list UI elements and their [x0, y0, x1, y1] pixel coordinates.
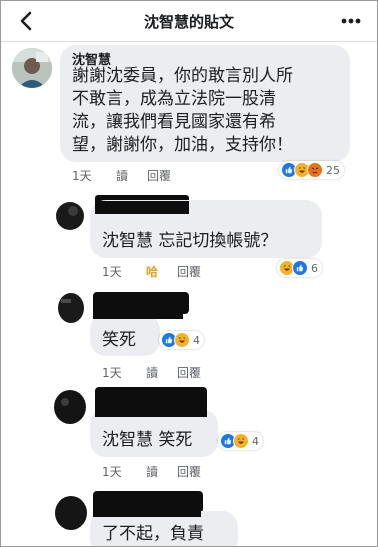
avatar[interactable] — [53, 199, 87, 233]
more-options-button[interactable] — [339, 11, 363, 31]
redacted-name — [95, 401, 207, 417]
redacted-name — [93, 501, 201, 517]
comment-text: 沈智慧 忘記切換帳號？ — [102, 231, 278, 251]
reply-link[interactable]: 回覆 — [177, 463, 201, 480]
comment-text: 了不起，負責 — [102, 524, 204, 544]
haha-link[interactable]: 哈 — [146, 263, 158, 280]
redacted-name — [95, 201, 189, 214]
reaction-summary[interactable]: 4 — [159, 331, 204, 349]
reaction-count: 25 — [326, 163, 340, 177]
comment-text-line: 流，讓我們看見國家還有希 — [72, 112, 276, 132]
avatar-photo — [55, 496, 87, 530]
comment-text: 沈智慧 笑死 — [102, 430, 193, 450]
reply-link[interactable]: 回覆 — [147, 167, 171, 184]
reaction-count: 4 — [252, 434, 259, 448]
like-reaction-icon — [292, 260, 308, 276]
haha-reaction-icon — [174, 332, 190, 348]
reaction-summary[interactable]: 6 — [277, 259, 322, 277]
reaction-summary[interactable]: 4 — [218, 432, 263, 450]
avatar[interactable] — [51, 493, 89, 531]
avatar[interactable] — [55, 291, 89, 325]
avatar[interactable] — [12, 48, 52, 88]
read-link[interactable]: 讀 — [146, 463, 158, 480]
read-link[interactable]: 讀 — [116, 167, 128, 184]
comment-text: 笑死 — [102, 330, 136, 350]
avatar-photo — [12, 48, 52, 88]
reaction-summary[interactable]: 25 — [279, 161, 344, 179]
comment-text-line: 謝謝沈委員，你的敢言別人所 — [72, 66, 293, 86]
page-title: 沈智慧的貼文 — [143, 13, 234, 31]
avatar[interactable] — [51, 388, 89, 426]
more-dots-icon — [341, 18, 361, 24]
read-link[interactable]: 讀 — [146, 364, 158, 381]
avatar-photo — [58, 293, 84, 323]
angry-reaction-icon — [307, 162, 323, 178]
reply-link[interactable]: 回覆 — [177, 263, 201, 280]
reply-link[interactable]: 回覆 — [177, 364, 201, 381]
avatar-photo — [56, 202, 84, 230]
comment-time: 1天 — [102, 465, 122, 479]
reaction-count: 4 — [193, 333, 200, 347]
comment-time: 1天 — [102, 265, 122, 279]
comment-text-line: 不敢言，成為立法院一股清 — [72, 89, 276, 109]
comment-time: 1天 — [72, 169, 92, 183]
haha-reaction-icon — [233, 433, 249, 449]
comment-text-line: 望，謝謝你，加油，支持你！ — [72, 135, 293, 155]
redacted-name — [93, 303, 183, 319]
avatar-photo — [54, 390, 86, 424]
phone-frame: 沈智慧的貼文 沈智慧 謝謝沈委員，你的敢言別人所 不敢言，成為立法院一股清 流，… — [0, 0, 378, 547]
top-bar: 沈智慧的貼文 — [1, 1, 377, 42]
reaction-count: 6 — [311, 261, 318, 275]
comment-time: 1天 — [102, 366, 122, 380]
